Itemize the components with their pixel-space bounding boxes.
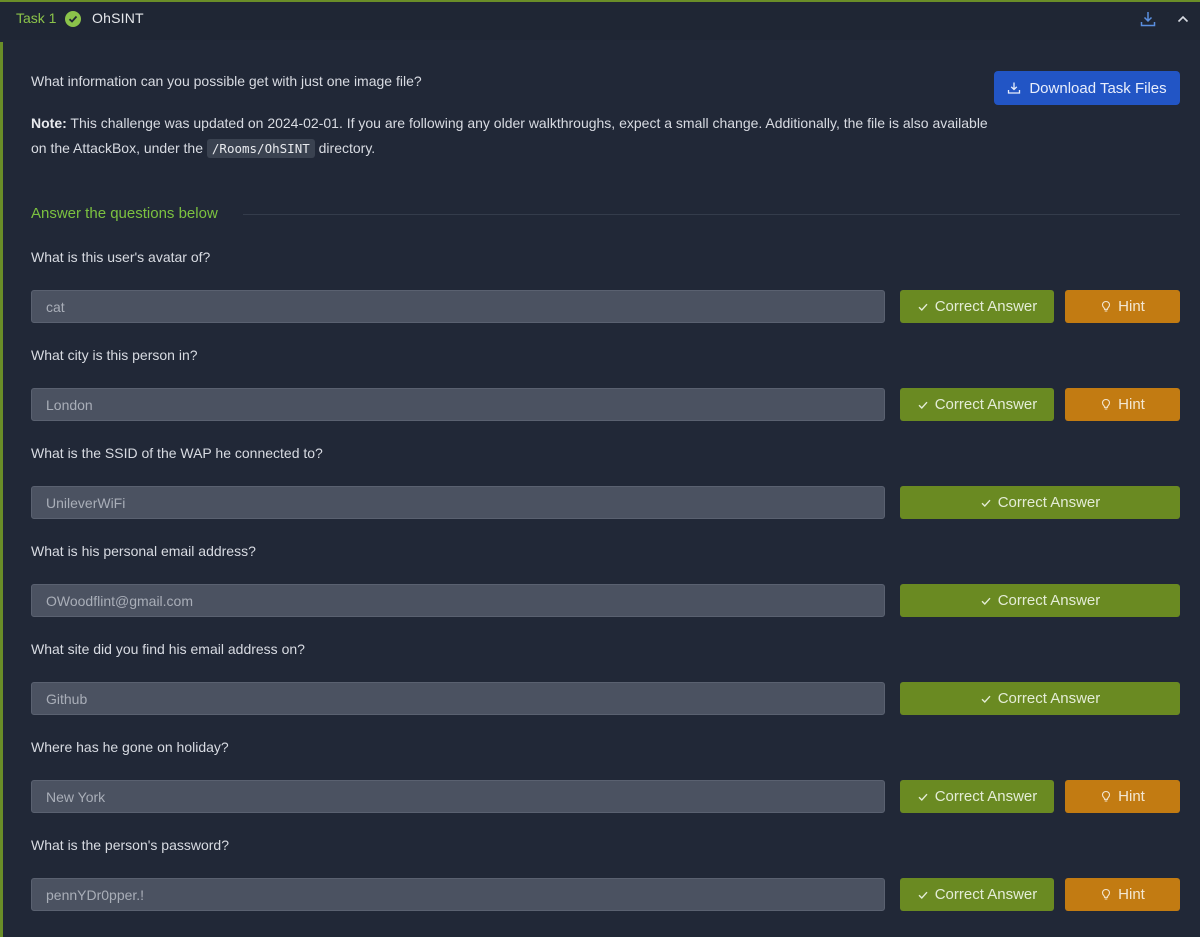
completed-check-icon — [65, 11, 81, 27]
correct-answer-button[interactable]: Correct Answer — [900, 388, 1054, 421]
lightbulb-icon — [1100, 790, 1112, 803]
correct-answer-label: Correct Answer — [934, 886, 1038, 903]
answer-input[interactable] — [31, 780, 885, 813]
note-text-before: This challenge was updated on 2024-02-01… — [31, 115, 988, 156]
correct-answer-label: Correct Answer — [997, 592, 1101, 609]
correct-answer-label: Correct Answer — [997, 690, 1101, 707]
hint-button[interactable]: Hint — [1065, 780, 1180, 813]
answer-input[interactable] — [31, 878, 885, 911]
correct-answer-button[interactable]: Correct Answer — [900, 584, 1180, 617]
task-note: Note: This challenge was updated on 2024… — [31, 111, 991, 161]
question-text: What site did you find his email address… — [31, 641, 305, 657]
correct-answer-button[interactable]: Correct Answer — [900, 878, 1054, 911]
hint-label: Hint — [1118, 298, 1145, 315]
divider — [243, 214, 1180, 215]
answer-input[interactable] — [31, 290, 885, 323]
question-text: What city is this person in? — [31, 347, 198, 363]
task-panel: Task 1 OhSINT What information can you p… — [0, 0, 1200, 937]
answer-input[interactable] — [31, 584, 885, 617]
check-icon — [980, 595, 992, 607]
question-text: What is the SSID of the WAP he connected… — [31, 445, 323, 461]
download-icon[interactable] — [1139, 10, 1157, 28]
correct-answer-button[interactable]: Correct Answer — [900, 682, 1180, 715]
check-icon — [917, 301, 929, 313]
download-task-files-button[interactable]: Download Task Files — [994, 71, 1180, 105]
question-text: What is his personal email address? — [31, 543, 256, 559]
correct-answer-label: Correct Answer — [934, 788, 1038, 805]
correct-answer-label: Correct Answer — [997, 494, 1101, 511]
lightbulb-icon — [1100, 888, 1112, 901]
check-icon — [917, 399, 929, 411]
task-accent-bar — [0, 42, 3, 937]
correct-answer-button[interactable]: Correct Answer — [900, 780, 1054, 813]
path-code: /Rooms/OhSINT — [206, 139, 315, 158]
correct-answer-button[interactable]: Correct Answer — [900, 290, 1054, 323]
hint-button[interactable]: Hint — [1065, 290, 1180, 323]
task-intro: What information can you possible get wi… — [31, 73, 422, 89]
download-button-label: Download Task Files — [1029, 79, 1167, 97]
hint-label: Hint — [1118, 886, 1145, 903]
check-icon — [917, 889, 929, 901]
correct-answer-button[interactable]: Correct Answer — [900, 486, 1180, 519]
question-text: Where has he gone on holiday? — [31, 739, 229, 755]
answers-heading: Answer the questions below — [31, 205, 218, 222]
check-icon — [917, 791, 929, 803]
lightbulb-icon — [1100, 300, 1112, 313]
correct-answer-label: Correct Answer — [934, 298, 1038, 315]
task-title: OhSINT — [92, 10, 144, 26]
hint-label: Hint — [1118, 396, 1145, 413]
question-text: What is this user's avatar of? — [31, 249, 211, 265]
hint-button[interactable]: Hint — [1065, 878, 1180, 911]
answer-input[interactable] — [31, 486, 885, 519]
note-text-after: directory. — [314, 140, 376, 156]
question-text: What is the person's password? — [31, 837, 229, 853]
hint-label: Hint — [1118, 788, 1145, 805]
hint-button[interactable]: Hint — [1065, 388, 1180, 421]
task-header[interactable]: Task 1 OhSINT — [0, 2, 1200, 40]
lightbulb-icon — [1100, 398, 1112, 411]
answer-input[interactable] — [31, 682, 885, 715]
chevron-up-icon[interactable] — [1174, 10, 1192, 28]
task-number: Task 1 — [16, 10, 57, 26]
correct-answer-label: Correct Answer — [934, 396, 1038, 413]
note-label: Note: — [31, 115, 67, 131]
download-icon — [1007, 81, 1021, 95]
check-icon — [980, 693, 992, 705]
check-icon — [980, 497, 992, 509]
answer-input[interactable] — [31, 388, 885, 421]
